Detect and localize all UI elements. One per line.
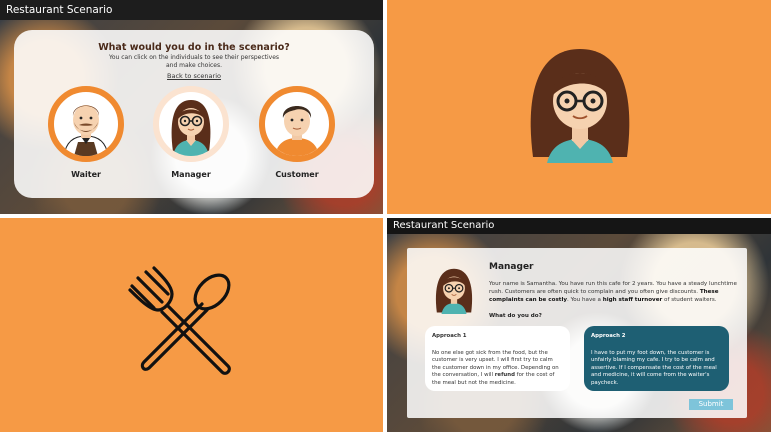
manager-avatar[interactable] bbox=[153, 86, 229, 162]
customer-option[interactable]: Customer bbox=[257, 86, 337, 179]
question-subtitle: You can click on the individuals to see … bbox=[108, 54, 280, 69]
customer-icon bbox=[275, 106, 319, 156]
manager-card: Manager Your name is Samantha. You have … bbox=[407, 248, 747, 418]
manager-heading: Manager bbox=[489, 262, 534, 272]
question-title: What would you do in the scenario? bbox=[98, 42, 290, 53]
manager-scenario-panel: Restaurant Scenario Manager Your name is… bbox=[387, 218, 771, 432]
submit-button[interactable]: Submit bbox=[689, 399, 733, 410]
waiter-label: Waiter bbox=[71, 170, 101, 179]
manager-description: Your name is Samantha. You have run this… bbox=[489, 281, 737, 303]
choice-card: What would you do in the scenario? You c… bbox=[14, 30, 374, 198]
customer-avatar[interactable] bbox=[259, 86, 335, 162]
restaurant-icon-panel bbox=[0, 218, 383, 432]
waiter-icon bbox=[63, 105, 109, 156]
approach-2-card[interactable]: Approach 2 I have to put my foot down, t… bbox=[584, 326, 729, 391]
customer-label: Customer bbox=[275, 170, 319, 179]
what-do-you-do-label: What do you do? bbox=[489, 313, 542, 319]
manager-splash-panel bbox=[387, 0, 771, 214]
approach-1-title: Approach 1 bbox=[432, 333, 467, 339]
app-title: Restaurant Scenario bbox=[387, 218, 771, 234]
manager-label: Manager bbox=[171, 170, 211, 179]
approach-2-text: I have to put my foot down, the customer… bbox=[591, 349, 717, 386]
manager-option[interactable]: Manager bbox=[151, 86, 231, 179]
approach-1-text: No one else got sick from the food, but … bbox=[432, 349, 559, 386]
back-to-scenario-link[interactable]: Back to scenario bbox=[14, 72, 374, 80]
scenario-choice-panel: Restaurant Scenario What would you do in… bbox=[0, 0, 383, 214]
fork-spoon-icon bbox=[128, 266, 231, 375]
manager-avatar-icon bbox=[435, 268, 473, 314]
waiter-option[interactable]: Waiter bbox=[46, 86, 126, 179]
manager-icon bbox=[171, 100, 211, 156]
app-title: Restaurant Scenario bbox=[0, 0, 383, 20]
approach-2-title: Approach 2 bbox=[591, 333, 626, 339]
manager-avatar-icon bbox=[530, 49, 630, 163]
approach-1-card[interactable]: Approach 1 No one else got sick from the… bbox=[425, 326, 570, 391]
waiter-avatar[interactable] bbox=[48, 86, 124, 162]
